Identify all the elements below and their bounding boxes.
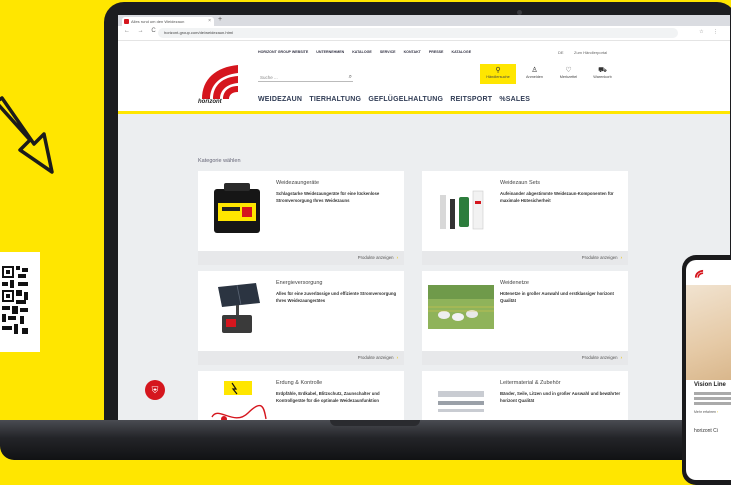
nav-item-weidezaun[interactable]: WEIDEZAUN (258, 96, 302, 103)
wishlist-button[interactable]: ♡ Merkzettel (553, 64, 584, 84)
card-title: Weidezaungeräte (276, 180, 320, 186)
card-title: Leitermaterial & Zubehör (500, 380, 561, 386)
phone-text-lines (694, 392, 731, 407)
card-description: Alles für eine zuverlässige und effizien… (276, 291, 397, 303)
arrow-decoration-icon (0, 96, 54, 174)
action-label: Warenkorb (593, 75, 612, 79)
top-link[interactable]: SERVICE (380, 50, 396, 54)
qr-code-icon (0, 264, 30, 340)
top-links: HORIZONT GROUP WEBSITE UNTERNEHMEN KATAL… (258, 50, 478, 54)
dealer-search-button[interactable]: ⚲ Händlersuche (480, 64, 516, 84)
nav-item-sales[interactable]: %SALES (499, 96, 530, 103)
action-label: Merkzettel (559, 75, 578, 79)
top-link[interactable]: KATALOGE (451, 50, 471, 54)
phone-subheadline: horizont Ci (694, 428, 718, 434)
shield-icon[interactable]: ⛨ (145, 380, 165, 400)
fence-set-image (440, 190, 484, 230)
horizont-logo-icon[interactable] (694, 269, 704, 279)
browser-menu-icons[interactable]: ☆ ⋮ (699, 29, 722, 35)
card-description: Schlagstarke Weidezaungeräte für eine lü… (276, 191, 380, 203)
cta-label: Produkte anzeigen (581, 255, 618, 260)
top-link[interactable]: UNTERNEHMEN (316, 50, 344, 54)
category-card[interactable]: Leitermaterial & Zubehör Bänder, Seile, … (422, 371, 628, 420)
tab-title: Alles rund um den Weidezaun (131, 19, 185, 24)
more-label: Mehr erfahren (694, 410, 716, 414)
cta-label: Produkte anzeigen (581, 355, 618, 360)
top-link[interactable]: KONTAKT (404, 50, 421, 54)
category-card[interactable]: Weidezaun Sets Aufeinander abgestimmte W… (422, 171, 628, 265)
category-card[interactable]: Weidezaungeräte Schlagstarke Weidezaunge… (198, 171, 404, 265)
phone-more-link[interactable]: Mehr erfahren › (694, 410, 718, 414)
browser-nav-icons[interactable]: ← → C (124, 28, 159, 34)
phone-headline: Vision Line (694, 382, 726, 388)
chevron-right-icon: › (396, 355, 398, 360)
card-title: Weidenetze (500, 280, 529, 286)
section-title: Kategorie wählen (198, 158, 241, 164)
chevron-right-icon: › (716, 410, 719, 414)
chevron-right-icon: › (620, 255, 622, 260)
show-products-link[interactable]: Produkte anzeigen › (198, 351, 404, 365)
cart-icon: ⛟ (598, 67, 607, 74)
top-link[interactable]: KATALOGE (352, 50, 372, 54)
card-description: Erdpfähle, Erdkabel, Blitzschutz, Zaunsc… (276, 391, 380, 403)
cta-label: Produkte anzeigen (357, 255, 394, 260)
show-products-link[interactable]: Produkte anzeigen › (422, 251, 628, 265)
language-select[interactable]: DE (558, 50, 564, 55)
search-placeholder: Suche ... (260, 75, 278, 80)
top-link[interactable]: HORIZONT GROUP WEBSITE (258, 50, 308, 54)
login-button[interactable]: ♙ Anmelden (519, 64, 550, 84)
brand-name: horizont (198, 99, 222, 105)
header-actions: ⚲ Händlersuche ♙ Anmelden ♡ Merkzettel ⛟… (480, 64, 618, 84)
card-description: Bänder, Seile, Litzen und in großer Ausw… (500, 391, 621, 403)
category-card[interactable]: Erdung & Kontrolle Erdpfähle, Erdkabel, … (198, 371, 404, 420)
browser-tab[interactable]: Alles rund um den Weidezaun × (122, 17, 214, 26)
main-nav: WEIDEZAUN TIERHALTUNG GEFLÜGELHALTUNG RE… (258, 96, 535, 103)
phone-hero-image (686, 285, 731, 380)
dealer-portal-link[interactable]: Zum Händlerportal (574, 50, 607, 55)
laptop-screen: Alles rund um den Weidezaun × + ← → C ho… (118, 15, 730, 420)
search-input[interactable]: Suche ... ⌕ (258, 73, 353, 82)
action-label: Anmelden (525, 75, 544, 79)
browser-tab-bar: Alles rund um den Weidezaun × + (118, 15, 730, 26)
card-description: Hütenetze in großer Auswahl und erstklas… (500, 291, 614, 303)
tab-close-icon[interactable]: × (208, 17, 211, 26)
chevron-right-icon: › (620, 355, 622, 360)
browser-toolbar: ← → C horizont-group.com/de/weidezaun.ht… (118, 26, 730, 41)
grounding-kit-image (211, 381, 267, 420)
conductor-material-image (438, 391, 484, 412)
address-bar[interactable]: horizont-group.com/de/weidezaun.html (158, 28, 678, 38)
nav-item-tierhaltung[interactable]: TIERHALTUNG (309, 96, 361, 103)
site-header: horizont HORIZONT GROUP WEBSITE UNTERNEH… (118, 41, 730, 114)
phone-frame: Vision Line Mehr erfahren › horizont Ci (682, 255, 731, 485)
action-label: Händlersuche (486, 75, 510, 79)
nav-item-gefluegelhaltung[interactable]: GEFLÜGELHALTUNG (368, 96, 443, 103)
show-products-link[interactable]: Produkte anzeigen › (198, 251, 404, 265)
show-products-link[interactable]: Produkte anzeigen › (422, 351, 628, 365)
nav-item-reitsport[interactable]: REITSPORT (450, 96, 492, 103)
card-title: Weidezaun Sets (500, 180, 540, 186)
cta-label: Produkte anzeigen (357, 355, 394, 360)
heart-icon: ♡ (565, 67, 572, 74)
top-link[interactable]: PRESSE (429, 50, 444, 54)
card-title: Erdung & Kontrolle (276, 380, 323, 386)
location-pin-icon: ⚲ (495, 67, 501, 74)
search-icon[interactable]: ⌕ (349, 73, 352, 82)
cart-button[interactable]: ⛟ Warenkorb (587, 64, 618, 84)
solar-panel-image (218, 283, 260, 333)
user-icon: ♙ (531, 67, 538, 74)
qr-code-card[interactable] (0, 252, 40, 352)
category-card[interactable]: Energieversorgung Alles für eine zuverlä… (198, 271, 404, 365)
laptop-notch (330, 420, 420, 426)
card-title: Energieversorgung (276, 280, 323, 286)
phone-screen: Vision Line Mehr erfahren › horizont Ci (686, 260, 731, 480)
new-tab-button[interactable]: + (218, 16, 222, 23)
energizer-device-image (214, 183, 260, 233)
sheep-netting-image (428, 285, 494, 329)
chevron-right-icon: › (396, 255, 398, 260)
category-card[interactable]: Weidenetze Hütenetze in großer Auswahl u… (422, 271, 628, 365)
favicon-icon (124, 19, 129, 24)
card-description: Aufeinander abgestimmte Weidezaun-Kompon… (500, 191, 614, 203)
laptop-base (0, 420, 731, 460)
